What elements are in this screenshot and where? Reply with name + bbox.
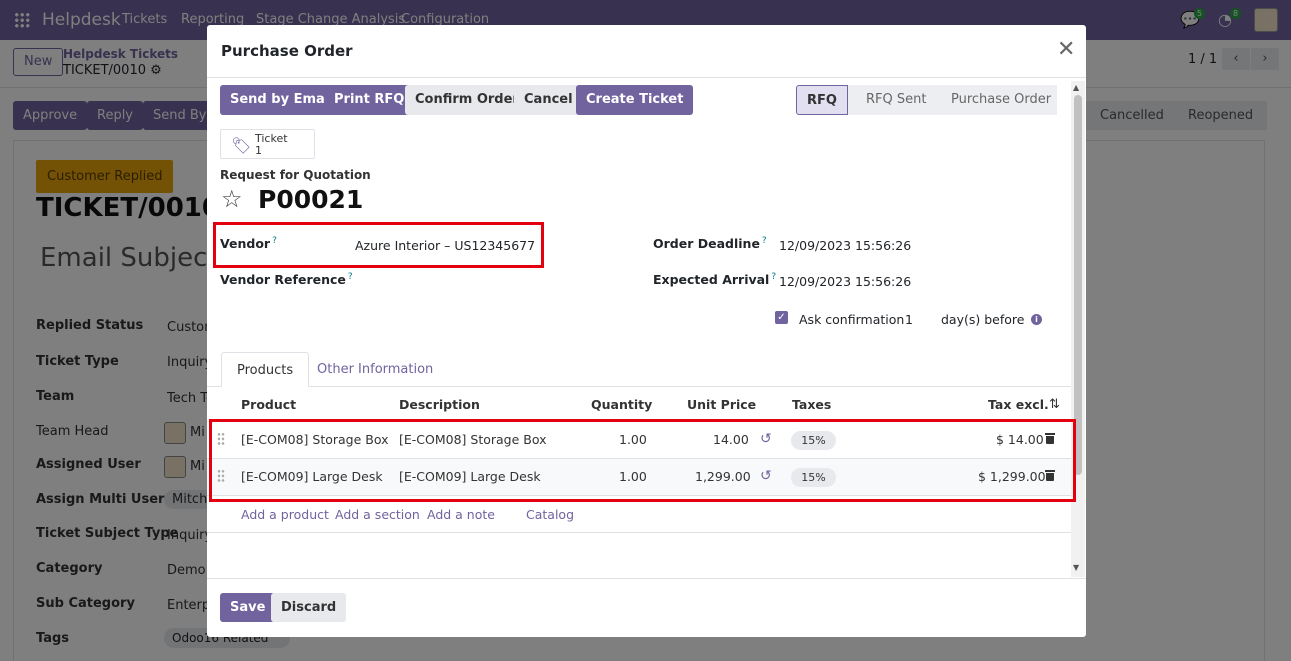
vendor-reference-label-text: Vendor Reference — [220, 272, 346, 288]
ticket-icon: 🏷 — [231, 136, 252, 155]
add-section-link[interactable]: Add a section — [335, 507, 420, 522]
document-name: P00021 — [258, 185, 364, 214]
ask-confirmation-days-field[interactable]: 1 — [905, 312, 913, 327]
dialog-title: Purchase Order — [221, 42, 353, 60]
dialog-footer-divider — [207, 578, 1086, 579]
add-note-link[interactable]: Add a note — [427, 507, 495, 522]
document-type: Request for Quotation — [220, 168, 371, 182]
create-ticket-button[interactable]: Create Ticket — [576, 85, 694, 115]
close-icon[interactable]: ✕ — [1057, 39, 1075, 61]
help-icon[interactable]: ? — [762, 236, 767, 246]
add-product-link[interactable]: Add a product — [241, 507, 329, 522]
help-icon[interactable]: ? — [348, 272, 353, 282]
ticket-smart-button[interactable]: 🏷 Ticket 1 — [220, 129, 315, 159]
expected-arrival-label-text: Expected Arrival — [653, 272, 770, 288]
scroll-down-icon[interactable]: ▼ — [1073, 563, 1079, 572]
save-button[interactable]: Save — [220, 593, 276, 622]
catalog-link[interactable]: Catalog — [526, 507, 574, 522]
ticket-smart-button-count: 1 — [255, 144, 262, 157]
vendor-highlight-box — [213, 222, 544, 268]
scroll-up-icon[interactable]: ▲ — [1073, 83, 1079, 92]
tab-products[interactable]: Products — [221, 352, 310, 387]
order-lines-highlight-box — [209, 419, 1076, 502]
ask-confirmation-checkbox[interactable]: ✓ — [775, 311, 788, 324]
status-rfq[interactable]: RFQ — [796, 85, 848, 115]
table-footer-divider — [207, 532, 1071, 533]
expected-arrival-field[interactable]: 12/09/2023 15:56:26 — [779, 274, 911, 289]
status-rfq-sent[interactable]: RFQ Sent — [848, 85, 934, 115]
confirm-order-button[interactable]: Confirm Order — [405, 85, 529, 115]
vendor-reference-field[interactable] — [355, 272, 535, 290]
column-product[interactable]: Product — [241, 397, 296, 412]
cancel-order-button[interactable]: Cancel — [514, 85, 583, 115]
order-deadline-label-text: Order Deadline — [653, 236, 760, 252]
status-purchase-order[interactable]: Purchase Order — [933, 85, 1057, 115]
discard-button[interactable]: Discard — [271, 593, 347, 622]
column-tax-excl[interactable]: Tax excl. — [988, 397, 1049, 412]
vendor-reference-label: Vendor Reference? — [220, 272, 353, 287]
column-quantity[interactable]: Quantity — [591, 397, 652, 412]
scrollbar-thumb[interactable] — [1074, 95, 1082, 475]
help-icon[interactable]: ? — [771, 272, 776, 282]
tab-other-information[interactable]: Other Information — [302, 352, 448, 387]
order-deadline-field[interactable]: 12/09/2023 15:56:26 — [779, 238, 911, 253]
column-unit-price[interactable]: Unit Price — [687, 397, 756, 412]
print-rfq-button[interactable]: Print RFQ — [324, 85, 415, 115]
expected-arrival-label: Expected Arrival? — [653, 272, 776, 287]
info-icon[interactable]: i — [1031, 314, 1042, 325]
column-taxes[interactable]: Taxes — [792, 397, 831, 412]
star-icon[interactable]: ☆ — [221, 185, 243, 213]
column-description[interactable]: Description — [399, 397, 480, 412]
order-deadline-label: Order Deadline? — [653, 236, 767, 251]
optional-columns-icon[interactable]: ⇅ — [1049, 397, 1060, 412]
ask-confirmation-suffix: day(s) before — [941, 312, 1025, 327]
ask-confirmation-label: Ask confirmation — [799, 312, 905, 327]
dialog-header-divider — [207, 77, 1086, 78]
purchase-order-dialog: Purchase Order ✕ Send by Email Print RFQ… — [207, 25, 1086, 637]
